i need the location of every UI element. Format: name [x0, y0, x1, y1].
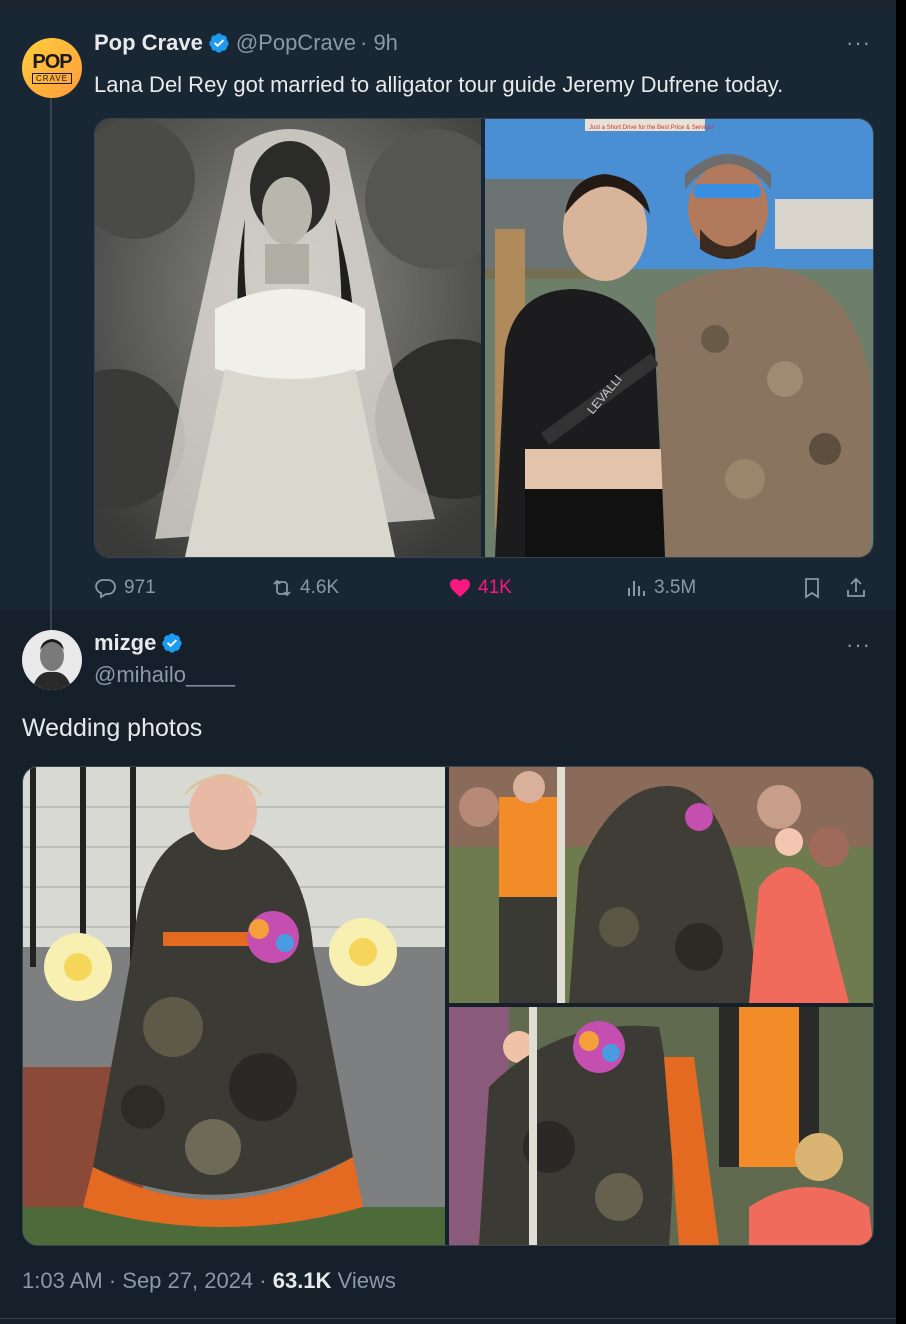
tweet-media[interactable]: LEVALLI Just a Short Drive for the Best … — [94, 118, 874, 558]
wedding-photo-3[interactable] — [449, 1007, 873, 1245]
reply-timestamp[interactable]: 1:03 AM · Sep 27, 2024 · — [22, 1268, 273, 1293]
tweet-actions: 971 4.6K 41K 3.5M — [94, 576, 872, 606]
repost-icon — [273, 579, 291, 597]
avatar-logo-text: POP — [32, 50, 72, 73]
mizge-avatar[interactable] — [22, 630, 82, 690]
like-button[interactable]: 41K — [448, 576, 512, 600]
aisle-image — [449, 767, 873, 1003]
avatar-photo — [22, 630, 82, 690]
thread-line — [50, 98, 52, 638]
bride-porch-image — [23, 767, 445, 1245]
reply-media[interactable] — [22, 766, 874, 1246]
wedding-photo-2[interactable] — [449, 767, 873, 1003]
repost-count: 4.6K — [300, 577, 340, 598]
ceremony-image — [449, 1007, 873, 1245]
tweet-time[interactable]: · 9h — [360, 30, 398, 56]
like-count: 41K — [478, 577, 512, 598]
reply-author-name[interactable]: mizge — [94, 630, 156, 656]
wedding-photo-1[interactable] — [23, 767, 445, 1245]
reply-button[interactable]: 971 — [94, 576, 156, 600]
reply-icon — [95, 579, 116, 599]
reply-views-count: 63.1K — [272, 1268, 332, 1293]
analytics-icon — [628, 581, 645, 596]
popcrave-avatar[interactable]: POP CRAVE — [22, 38, 82, 98]
more-options-icon[interactable]: ··· — [846, 632, 871, 658]
bookmark-button[interactable] — [800, 576, 830, 600]
reply-meta: 1:03 AM · Sep 27, 2024 · 63.1K Views — [22, 1268, 396, 1294]
more-options-icon[interactable]: ··· — [846, 30, 871, 56]
author-name[interactable]: Pop Crave — [94, 30, 203, 56]
reply-text: Wedding photos — [22, 714, 203, 742]
verified-badge-icon — [209, 33, 229, 53]
tweet-text: Lana Del Rey got married to alligator to… — [94, 72, 784, 97]
views-count: 3.5M — [654, 577, 697, 598]
sign-text: Just a Short Drive for the Best Price & … — [589, 125, 714, 131]
tweet-header: Pop Crave @PopCrave · 9h — [94, 30, 398, 56]
divider — [0, 1318, 896, 1319]
share-button[interactable] — [844, 576, 874, 600]
couple-image: LEVALLI Just a Short Drive for the Best … — [485, 119, 873, 557]
verified-badge-icon — [162, 633, 182, 653]
share-icon — [847, 577, 865, 597]
reply-author-handle[interactable]: @mihailo____ — [94, 662, 235, 688]
avatar-logo-subtext: CRAVE — [32, 72, 72, 84]
repost-button[interactable]: 4.6K — [270, 576, 339, 600]
reply-views-label: Views — [331, 1268, 396, 1293]
reply-count: 971 — [124, 577, 156, 598]
author-handle[interactable]: @PopCrave — [236, 30, 356, 56]
quoted-tweet[interactable]: POP CRAVE Pop Crave @PopCrave · 9h ··· L… — [0, 10, 896, 638]
views-button[interactable]: 3.5M — [624, 576, 696, 600]
couple-photo[interactable]: LEVALLI Just a Short Drive for the Best … — [485, 119, 873, 557]
reply-header: mizge — [94, 630, 183, 656]
bride-veil-image — [95, 119, 481, 557]
bookmark-icon — [805, 578, 819, 599]
bride-veil-photo[interactable] — [95, 119, 481, 557]
heart-filled-icon — [450, 579, 470, 597]
